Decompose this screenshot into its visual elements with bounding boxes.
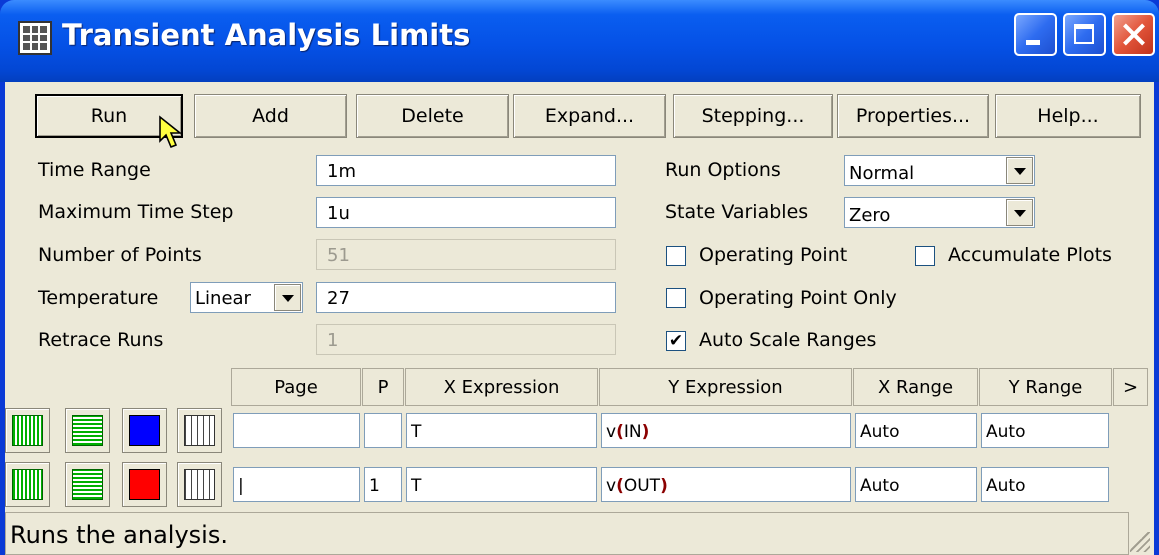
operating-point-label: Operating Point [699,244,848,266]
header-page[interactable]: Page [231,368,361,406]
chevron-down-icon[interactable] [274,284,301,311]
title-bar[interactable]: Transient Analysis Limits [0,0,1159,82]
p-cell[interactable]: 1 [364,467,402,502]
expand-button[interactable]: Expand... [513,94,666,138]
header-y-expression[interactable]: Y Expression [599,368,852,406]
delete-button[interactable]: Delete [356,94,509,138]
table-grid-icon [18,21,52,55]
state-variables-label: State Variables [665,201,809,223]
resize-grip-icon[interactable] [1130,532,1150,552]
temperature-label: Temperature [38,287,159,309]
header-y-range[interactable]: Y Range [979,368,1112,406]
header-x-expression[interactable]: X Expression [405,368,598,406]
auto-scale-checkbox[interactable]: ✔ [666,331,686,351]
y-grid-toggle-button[interactable] [65,408,110,453]
window-title: Transient Analysis Limits [62,18,471,52]
max-time-step-label: Maximum Time Step [38,201,234,223]
x-expression-cell[interactable]: T [406,413,597,448]
auto-scale-label: Auto Scale Ranges [699,329,877,351]
stepping-button[interactable]: Stepping... [673,94,833,138]
accumulate-plots-checkbox[interactable] [915,246,935,266]
y-range-cell[interactable]: Auto [981,467,1109,502]
page-cell[interactable]: | [233,467,360,502]
curve-color-button[interactable] [122,408,167,453]
x-range-cell[interactable]: Auto [855,413,977,448]
chevron-down-icon[interactable] [1006,157,1033,184]
maximize-button[interactable] [1063,13,1106,56]
status-text: Runs the analysis. [10,521,228,549]
x-grid-toggle-button[interactable] [5,408,50,453]
operating-point-checkbox[interactable] [666,246,686,266]
operating-point-only-checkbox[interactable] [666,288,686,308]
properties-button[interactable]: Properties... [837,94,989,138]
dialog-window: Transient Analysis Limits Run Add Delete… [0,0,1159,555]
table-toggle-button[interactable] [177,462,222,507]
mouse-cursor-icon [159,115,183,149]
table-toggle-button[interactable] [177,408,222,453]
x-expression-cell[interactable]: T [406,467,597,502]
horizontal-grid-icon [72,469,103,500]
scroll-columns-button[interactable]: > [1113,368,1148,406]
add-button[interactable]: Add [194,94,347,138]
time-range-label: Time Range [38,159,151,181]
table-grid-icon [184,469,215,500]
y-grid-toggle-button[interactable] [65,462,110,507]
vertical-grid-icon [12,415,43,446]
y-range-cell[interactable]: Auto [981,413,1109,448]
accumulate-plots-label: Accumulate Plots [948,244,1112,266]
page-cell[interactable] [233,413,360,448]
status-bar: Runs the analysis. [5,512,1129,555]
table-grid-icon [184,415,215,446]
time-range-field[interactable]: 1m [316,155,616,186]
color-swatch-icon [129,469,160,500]
y-expression-cell[interactable]: v(OUT) [601,467,851,502]
retrace-runs-label: Retrace Runs [38,329,164,351]
x-grid-toggle-button[interactable] [5,462,50,507]
max-time-step-field[interactable]: 1u [316,197,616,228]
header-x-range[interactable]: X Range [853,368,978,406]
y-expression-cell[interactable]: v(IN) [601,413,851,448]
p-cell[interactable] [364,413,402,448]
curve-color-button[interactable] [122,462,167,507]
header-p[interactable]: P [362,368,404,406]
close-button[interactable] [1112,13,1155,56]
number-of-points-label: Number of Points [38,244,202,266]
run-options-select[interactable]: Normal [844,155,1035,186]
horizontal-grid-icon [72,415,103,446]
operating-point-only-label: Operating Point Only [699,287,897,309]
temperature-field[interactable]: 27 [316,282,616,313]
help-button[interactable]: Help... [995,94,1141,138]
color-swatch-icon [129,415,160,446]
retrace-runs-field: 1 [316,324,616,355]
temperature-mode-select[interactable]: Linear [190,282,303,313]
x-range-cell[interactable]: Auto [855,467,977,502]
state-variables-select[interactable]: Zero [844,197,1035,228]
vertical-grid-icon [12,469,43,500]
run-options-label: Run Options [665,159,781,181]
minimize-button[interactable] [1014,13,1057,56]
number-of-points-field: 51 [316,239,616,270]
chevron-down-icon[interactable] [1006,199,1033,226]
